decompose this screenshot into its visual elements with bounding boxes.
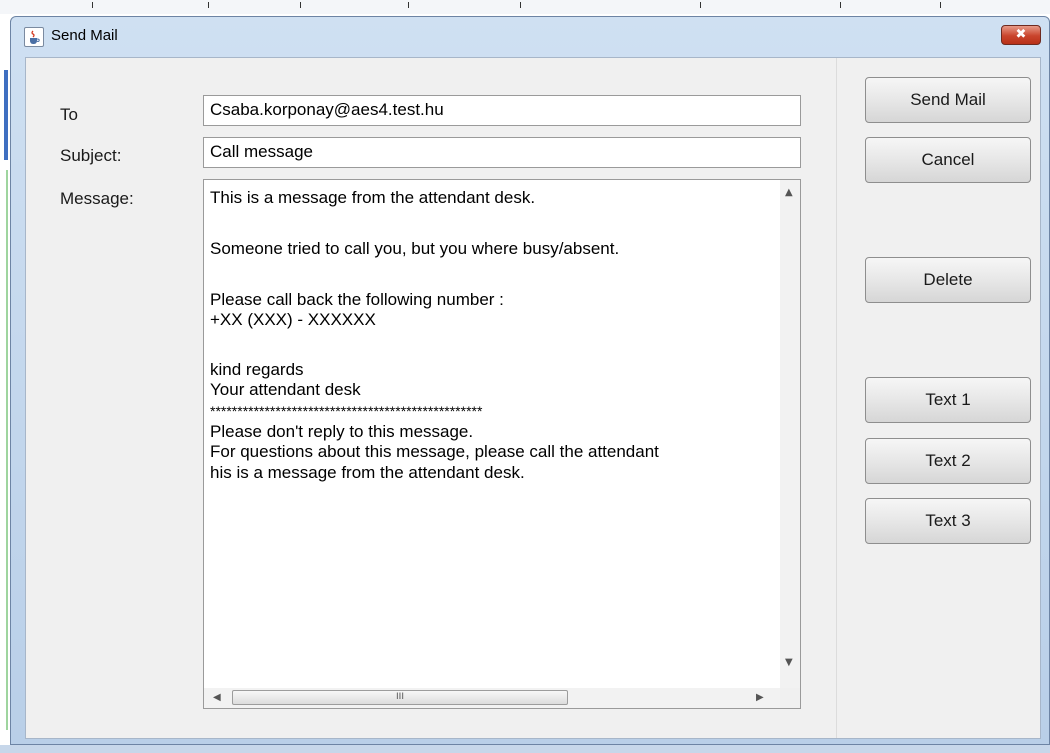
message-line: kind regards — [210, 360, 304, 379]
message-line: This is a message from the attendant des… — [210, 188, 536, 207]
scroll-right-arrow-icon[interactable]: ▶ — [756, 693, 764, 703]
scroll-grip-icon: III — [396, 692, 404, 702]
background-tick — [300, 2, 301, 8]
message-line: Someone tried to call you, but you where… — [210, 239, 620, 258]
java-cup-icon — [24, 27, 44, 47]
message-line: his is a message from the attendant desk… — [210, 463, 525, 482]
to-label: To — [60, 105, 78, 124]
subject-field[interactable]: Call message — [203, 137, 801, 168]
background-tick — [520, 2, 521, 8]
text-1-button[interactable]: Text 1 — [865, 377, 1031, 423]
delete-button[interactable]: Delete — [865, 257, 1031, 303]
message-line: Please don't reply to this message. — [210, 422, 474, 441]
background-app-header — [0, 0, 1050, 14]
message-line: +XX (XXX) - XXXXXX — [210, 310, 376, 329]
horizontal-scroll-thumb[interactable]: III — [232, 690, 568, 705]
message-label: Message: — [60, 189, 134, 208]
background-tick — [408, 2, 409, 8]
background-tick — [840, 2, 841, 8]
scroll-corner — [780, 688, 800, 708]
text-2-button[interactable]: Text 2 — [865, 438, 1031, 484]
scroll-up-arrow-icon[interactable]: ▲ — [785, 188, 793, 198]
horizontal-scrollbar[interactable]: ◀ III ▶ — [204, 688, 780, 708]
message-line: Please call back the following number : — [210, 290, 504, 309]
background-tick — [940, 2, 941, 8]
dialog-content: To Subject: Message: Csaba.korponay@aes4… — [25, 57, 1041, 739]
message-line: Your attendant desk — [210, 380, 361, 399]
to-field[interactable]: Csaba.korponay@aes4.test.hu — [203, 95, 801, 126]
cancel-button[interactable]: Cancel — [865, 137, 1031, 183]
close-icon: ✖ — [1015, 27, 1027, 42]
send-mail-button[interactable]: Send Mail — [865, 77, 1031, 123]
scroll-down-arrow-icon[interactable]: ▼ — [785, 658, 793, 668]
background-tick — [700, 2, 701, 8]
message-textarea[interactable]: This is a message from the attendant des… — [203, 179, 801, 709]
background-tick — [92, 2, 93, 8]
window-title: Send Mail — [51, 27, 118, 44]
send-mail-dialog: Send Mail ✖ To Subject: Message: Csaba.k… — [10, 16, 1050, 745]
title-bar[interactable]: Send Mail ✖ — [11, 17, 1049, 57]
message-line: ****************************************… — [210, 403, 483, 419]
panel-separator — [836, 58, 837, 738]
close-button[interactable]: ✖ — [1001, 25, 1041, 45]
background-divider — [6, 170, 8, 730]
background-tick — [208, 2, 209, 8]
message-line: For questions about this message, please… — [210, 442, 659, 461]
text-3-button[interactable]: Text 3 — [865, 498, 1031, 544]
vertical-scrollbar[interactable]: ▲ ▼ — [780, 180, 800, 688]
subject-label: Subject: — [60, 146, 122, 165]
background-taskbar — [0, 745, 1050, 753]
scroll-left-arrow-icon[interactable]: ◀ — [213, 693, 221, 703]
background-selection-bar — [4, 70, 8, 160]
